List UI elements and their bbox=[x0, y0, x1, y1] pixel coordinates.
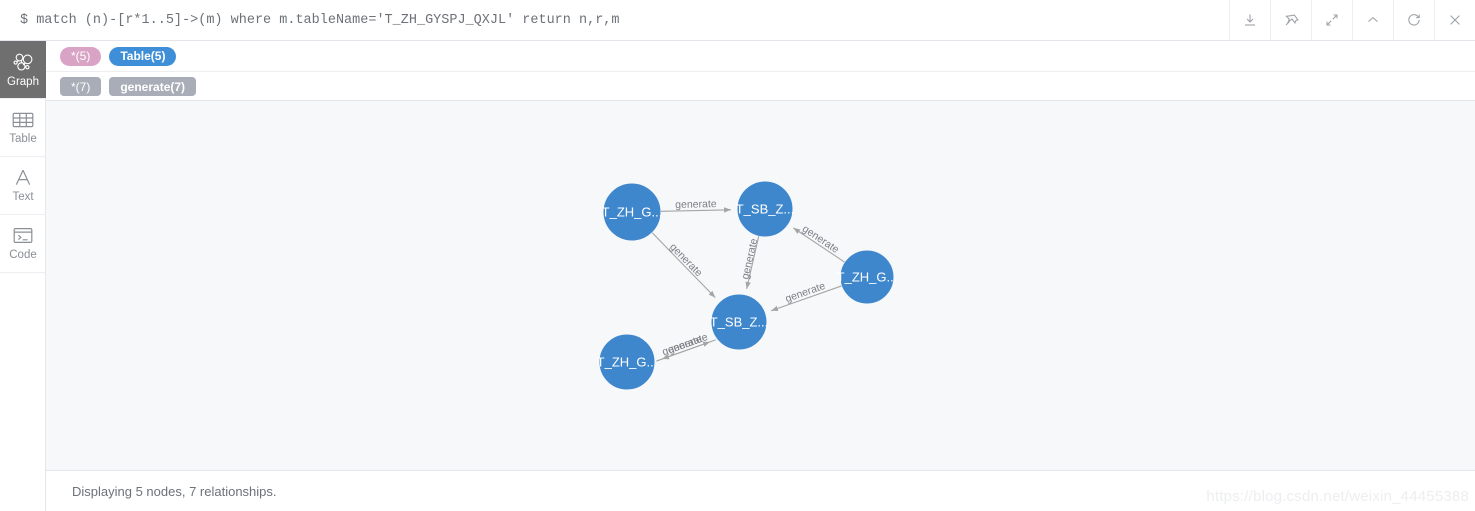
graph-node[interactable]: T_ZH_G... bbox=[602, 183, 663, 241]
sidebar-item-label: Table bbox=[9, 132, 37, 145]
sidebar-item-code[interactable]: Code bbox=[0, 215, 46, 273]
relationship-label: generate bbox=[800, 223, 841, 256]
sidebar-item-table[interactable]: Table bbox=[0, 99, 46, 157]
refresh-icon[interactable] bbox=[1393, 0, 1434, 40]
relationship-label: generate bbox=[739, 237, 760, 280]
node-chip-table[interactable]: Table(5) bbox=[109, 46, 177, 66]
graph-node-circle[interactable] bbox=[599, 334, 655, 390]
status-text: Displaying 5 nodes, 7 relationships. bbox=[72, 483, 277, 499]
query-bar: $ match (n)-[r*1..5]->(m) where m.tableN… bbox=[0, 0, 1475, 41]
sidebar-item-graph[interactable]: Graph bbox=[0, 41, 46, 99]
node-chip-all[interactable]: *(5) bbox=[60, 46, 102, 66]
neo4j-result-frame: $ match (n)-[r*1..5]->(m) where m.tableN… bbox=[0, 0, 1475, 511]
relationship-label: generate bbox=[675, 198, 717, 211]
download-icon[interactable] bbox=[1229, 0, 1270, 40]
pin-icon[interactable] bbox=[1270, 0, 1311, 40]
expand-icon[interactable] bbox=[1311, 0, 1352, 40]
graph-node[interactable]: T_SB_Z... bbox=[736, 181, 795, 237]
text-icon bbox=[12, 168, 34, 187]
graph-canvas[interactable]: generate generate generate generate generate… bbox=[46, 101, 1475, 470]
graph-node[interactable]: T_SB_Z... bbox=[710, 294, 769, 350]
close-icon[interactable] bbox=[1434, 0, 1475, 40]
sidebar-item-text[interactable]: Text bbox=[0, 157, 46, 215]
code-icon bbox=[12, 226, 34, 245]
graph-node[interactable]: T_ZH_G... bbox=[837, 250, 898, 304]
graph-node-circle[interactable] bbox=[737, 181, 793, 237]
graph-node-circle[interactable] bbox=[711, 294, 767, 350]
table-icon bbox=[12, 111, 34, 129]
graph-icon bbox=[12, 52, 34, 72]
rel-chip-generate[interactable]: generate(7) bbox=[109, 77, 197, 96]
watermark: https://blog.csdn.net/weixin_44455388 bbox=[1206, 488, 1469, 505]
graph-node-circle[interactable] bbox=[603, 183, 661, 241]
query-text[interactable]: $ match (n)-[r*1..5]->(m) where m.tableN… bbox=[0, 0, 1229, 40]
rel-chip-all[interactable]: *(7) bbox=[60, 77, 102, 96]
node-label-row: *(5) Table(5) bbox=[46, 41, 1475, 71]
sidebar-item-label: Code bbox=[9, 249, 37, 261]
relationship-label: generate bbox=[784, 280, 827, 305]
view-sidebar: Graph Table Text Code bbox=[0, 41, 46, 511]
graph-node-circle[interactable] bbox=[840, 250, 894, 304]
query-bar-tools bbox=[1229, 0, 1475, 40]
chevron-up-icon[interactable] bbox=[1352, 0, 1393, 40]
relationship-label: generate bbox=[667, 241, 705, 279]
rel-type-row: *(7) generate(7) bbox=[46, 71, 1475, 101]
sidebar-item-label: Text bbox=[12, 191, 34, 203]
graph-visualization[interactable]: generate generate generate generate generate… bbox=[46, 101, 1475, 470]
legend-panel: *(5) Table(5) *(7) generate(7) bbox=[46, 41, 1475, 101]
sidebar-item-label: Graph bbox=[7, 75, 39, 88]
relationship-label: generate bbox=[666, 331, 709, 356]
graph-node[interactable]: T_ZH_G... bbox=[597, 334, 658, 390]
